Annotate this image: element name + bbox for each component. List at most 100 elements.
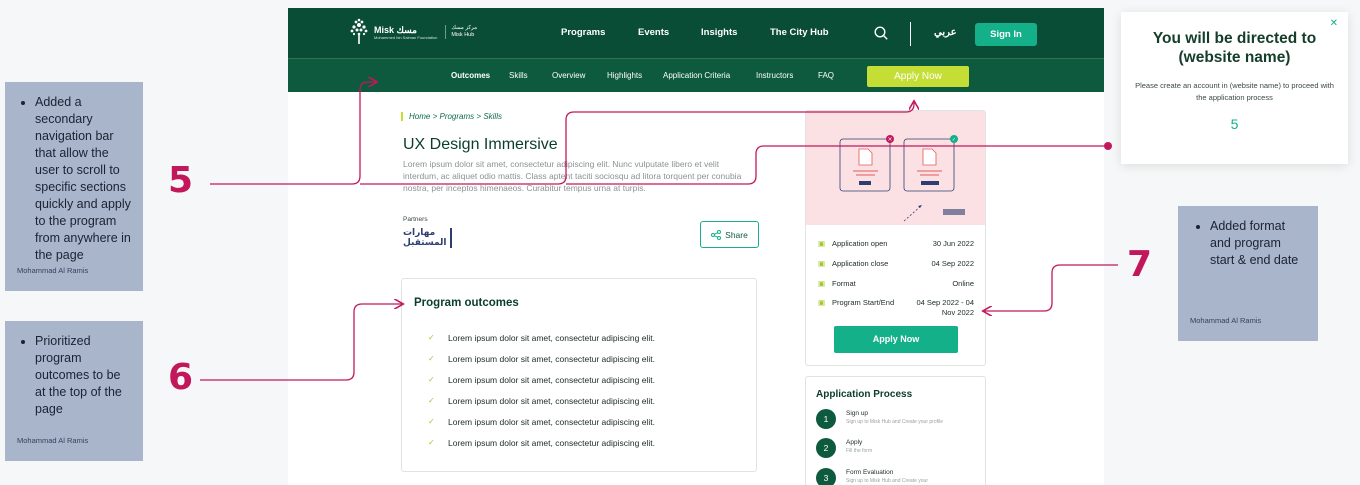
info-row-application-close: ▣ Application close 04 Sep 2022 bbox=[818, 259, 974, 268]
apply-now-button[interactable]: Apply Now bbox=[834, 326, 958, 353]
step-description: Sign up to Misk Hub and Create your prof… bbox=[846, 419, 943, 425]
subnav-application-criteria[interactable]: Application Criteria bbox=[663, 71, 730, 80]
info-value: Online bbox=[952, 279, 974, 288]
calendar-icon: ▣ bbox=[818, 298, 826, 307]
list-item: ✓ Lorem ipsum dolor sit amet, consectetur… bbox=[428, 417, 655, 438]
breadcrumb-current: Skills bbox=[483, 112, 502, 121]
svg-text:×: × bbox=[887, 136, 892, 143]
secondary-navigation-bar: Outcomes Skills Overview Highlights Appl… bbox=[288, 58, 1104, 92]
outcome-text: Lorem ipsum dolor sit amet, consectetur … bbox=[448, 396, 655, 406]
note-author: Mohammad Al Ramis bbox=[17, 436, 89, 445]
check-icon: ✓ bbox=[428, 333, 435, 342]
step-number: 1 bbox=[816, 409, 836, 429]
outcomes-title: Program outcomes bbox=[414, 297, 519, 309]
list-item: ✓ Lorem ipsum dolor sit amet, consectetur… bbox=[428, 354, 655, 375]
close-icon[interactable]: ✕ bbox=[1330, 18, 1338, 29]
popup-countdown: 5 bbox=[1230, 116, 1239, 132]
outcome-text: Lorem ipsum dolor sit amet, consectetur … bbox=[448, 354, 655, 364]
info-row-application-open: ▣ Application open 30 Jun 2022 bbox=[818, 239, 974, 248]
subnav-skills[interactable]: Skills bbox=[509, 71, 528, 80]
info-label: Application close bbox=[832, 259, 889, 268]
sign-in-button[interactable]: Sign In bbox=[975, 23, 1037, 46]
note-author: Mohammad Al Ramis bbox=[1190, 316, 1262, 325]
popup-title: You will be directed to (website name) bbox=[1152, 30, 1317, 66]
program-outcomes-card: Program outcomes ✓ Lorem ipsum dolor sit … bbox=[401, 278, 757, 472]
annotation-number-7: 7 bbox=[1127, 244, 1153, 285]
brand-subtitle: Mohammed bin Salman Foundation bbox=[374, 34, 438, 40]
top-navigation-bar: Misk مسك Mohammed bin Salman Foundation م… bbox=[288, 8, 1104, 58]
breadcrumb-separator: > bbox=[476, 112, 482, 121]
step-description: Sign up to Misk Hub and Create your bbox=[846, 478, 928, 484]
step-title: Sign up bbox=[846, 410, 869, 417]
subnav-outcomes[interactable]: Outcomes bbox=[451, 71, 490, 80]
annotation-note-outcomes: Prioritized program outcomes to be at th… bbox=[5, 321, 143, 461]
check-icon: ✓ bbox=[428, 438, 435, 447]
subnav-overview[interactable]: Overview bbox=[552, 71, 585, 80]
breadcrumb-home[interactable]: Home bbox=[409, 112, 430, 121]
partner-logo-line1: مهارات bbox=[403, 228, 436, 238]
program-illustration: × ✓ bbox=[806, 111, 985, 225]
annotation-note-format-dates: Added format and program start & end dat… bbox=[1178, 206, 1318, 341]
annotation-note-secondary-nav: Added a secondary navigation bar that al… bbox=[5, 82, 143, 291]
apply-now-top-button[interactable]: Apply Now bbox=[867, 66, 969, 87]
nav-programs[interactable]: Programs bbox=[561, 27, 605, 38]
subnav-highlights[interactable]: Highlights bbox=[607, 71, 642, 80]
list-item: ✓ Lorem ipsum dolor sit amet, consectetur… bbox=[428, 333, 655, 354]
subnav-instructors[interactable]: Instructors bbox=[756, 71, 793, 80]
redirect-popup: ✕ You will be directed to (website name)… bbox=[1121, 12, 1348, 164]
subnav-faq[interactable]: FAQ bbox=[818, 71, 834, 80]
info-label: Application open bbox=[832, 239, 888, 248]
outcome-text: Lorem ipsum dolor sit amet, consectetur … bbox=[448, 417, 655, 427]
info-value: 04 Sep 2022 bbox=[931, 259, 974, 268]
list-item: ✓ Lorem ipsum dolor sit amet, consectetur… bbox=[428, 438, 655, 459]
partner-logo-line2: المستقبل bbox=[403, 238, 447, 248]
share-button[interactable]: Share bbox=[700, 221, 759, 248]
outcome-text: Lorem ipsum dolor sit amet, consectetur … bbox=[448, 438, 655, 448]
note-text: Added format and program start & end dat… bbox=[1210, 218, 1306, 269]
application-process-card: Application Process 1 Sign up Sign up to M… bbox=[805, 376, 986, 485]
page-title: UX Design Immersive bbox=[403, 136, 558, 153]
outcome-text: Lorem ipsum dolor sit amet, consectetur … bbox=[448, 375, 655, 385]
hub-name-ar: مركز مسك bbox=[451, 25, 478, 31]
language-toggle[interactable]: عربي bbox=[934, 27, 957, 38]
breadcrumb: Home > Programs > Skills bbox=[401, 112, 502, 121]
search-icon[interactable] bbox=[874, 26, 888, 40]
process-step: 1 Sign up Sign up to Misk Hub and Create y… bbox=[816, 409, 958, 429]
annotation-number-6: 6 bbox=[168, 357, 194, 398]
note-text: Added a secondary navigation bar that al… bbox=[35, 94, 131, 264]
share-label: Share bbox=[725, 229, 748, 240]
list-item: ✓ Lorem ipsum dolor sit amet, consectetur… bbox=[428, 375, 655, 396]
note-author: Mohammad Al Ramis bbox=[17, 266, 89, 275]
note-text: Prioritized program outcomes to be at th… bbox=[35, 333, 131, 418]
nav-insights[interactable]: Insights bbox=[701, 27, 737, 38]
divider bbox=[910, 22, 911, 46]
popup-body: Please create an account in (website nam… bbox=[1135, 81, 1334, 102]
process-title: Application Process bbox=[816, 389, 913, 400]
program-description: Lorem ipsum dolor sit amet, consectetur … bbox=[403, 159, 742, 193]
breadcrumb-separator: > bbox=[432, 112, 438, 121]
program-info-card: × ✓ ▣ Application open 30 Jun 2022 ▣ Applic… bbox=[805, 110, 986, 366]
info-value: 04 Sep 2022 - 04 Nov 2022 bbox=[916, 298, 974, 317]
info-value: 30 Jun 2022 bbox=[932, 239, 974, 248]
arrow-dot bbox=[1104, 142, 1112, 150]
lock-icon: ▣ bbox=[818, 259, 826, 268]
breadcrumb-programs[interactable]: Programs bbox=[439, 112, 474, 121]
process-step: 3 Form Evaluation Sign up to Misk Hub and … bbox=[816, 468, 958, 485]
step-number: 3 bbox=[816, 468, 836, 485]
brand-name: Misk مسك bbox=[374, 24, 417, 35]
step-description: Fill the form bbox=[846, 448, 873, 454]
partners-label: Partners bbox=[403, 216, 428, 223]
nav-events[interactable]: Events bbox=[638, 27, 669, 38]
share-icon bbox=[711, 229, 722, 240]
info-row-program-dates: ▣ Program Start/End 04 Sep 2022 - 04 Nov 2… bbox=[818, 298, 974, 318]
outcome-text: Lorem ipsum dolor sit amet, consectetur … bbox=[448, 333, 655, 343]
nav-city-hub[interactable]: The City Hub bbox=[770, 27, 829, 38]
main-content: Home > Programs > Skills UX Design Immer… bbox=[288, 92, 1104, 485]
process-step: 2 Apply Fill the form bbox=[816, 438, 958, 458]
annotation-number-5: 5 bbox=[168, 160, 194, 201]
svg-text:✓: ✓ bbox=[952, 137, 956, 143]
check-icon: ✓ bbox=[428, 396, 435, 405]
misk-logo[interactable]: Misk مسك Mohammed bin Salman Foundation م… bbox=[348, 17, 477, 47]
step-title: Apply bbox=[846, 439, 863, 446]
info-label: Format bbox=[832, 279, 856, 288]
